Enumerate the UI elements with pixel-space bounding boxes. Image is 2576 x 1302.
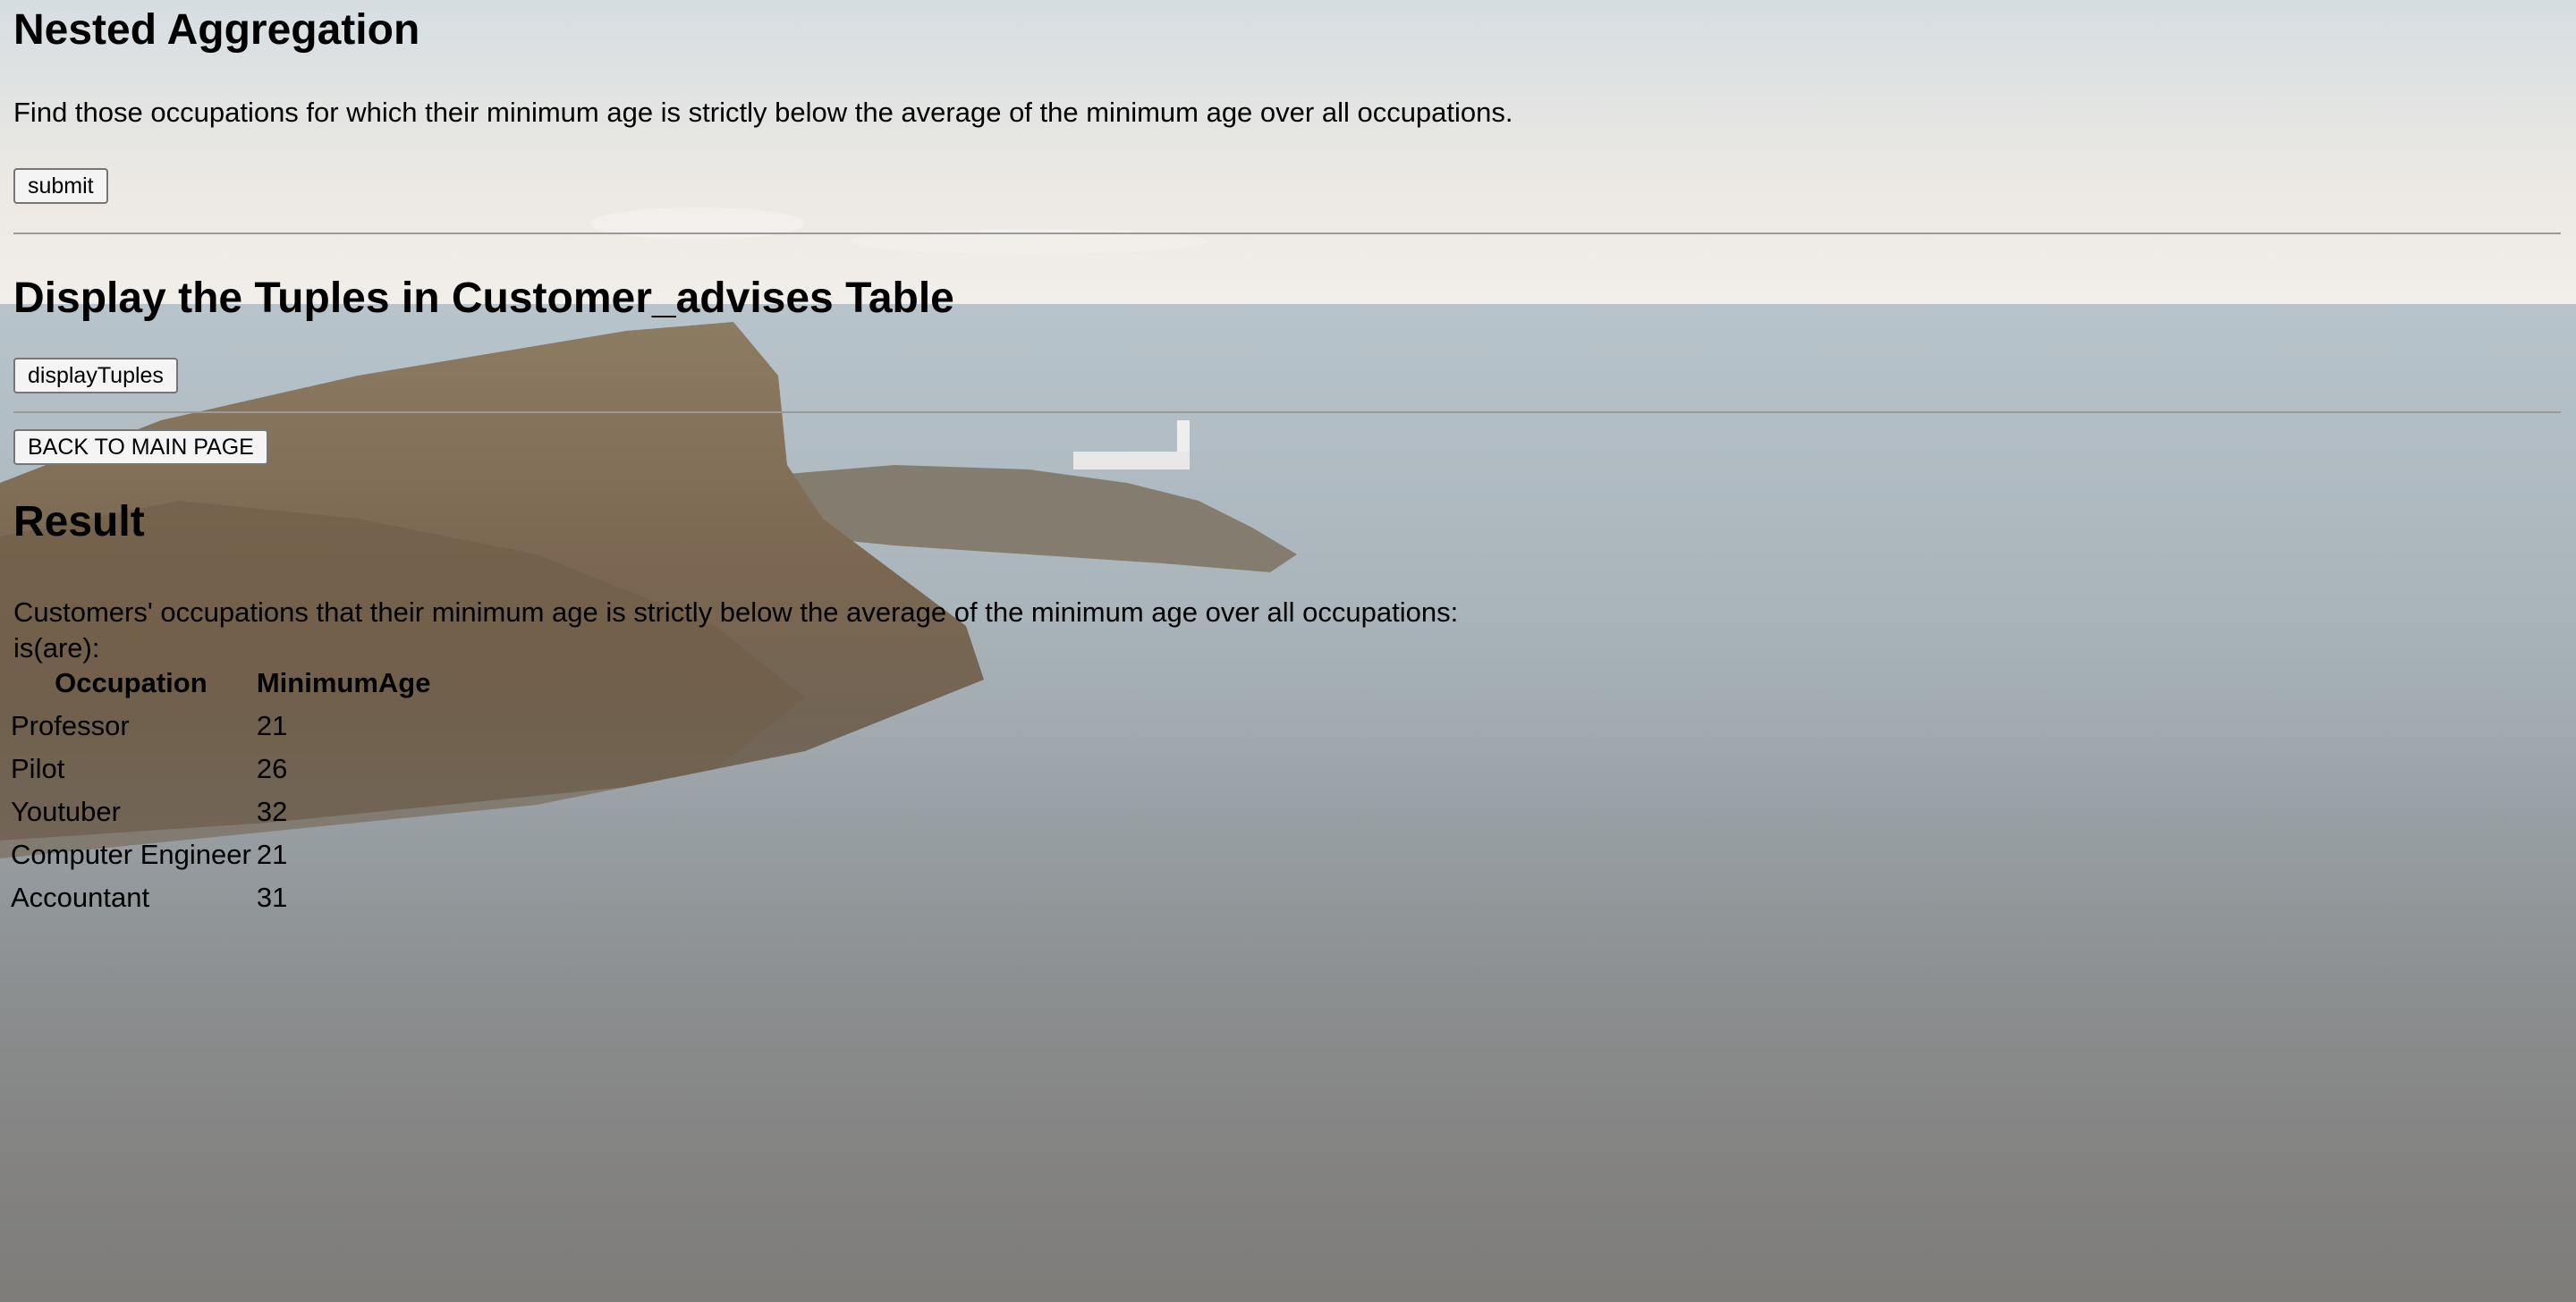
occupation-cell: Computer Engineer [11, 839, 251, 870]
result-title: Result [13, 498, 145, 545]
display-tuples-title: Display the Tuples in Customer_advises T… [13, 275, 954, 322]
result-table: Occupation MinimumAge Professor 21 Pilot… [5, 660, 436, 921]
minimum-age-cell: 32 [256, 796, 288, 827]
table-row: Professor 21 [11, 706, 430, 746]
table-row: Computer Engineer 21 [11, 835, 430, 875]
table-row: Youtuber 32 [11, 792, 430, 832]
minimum-age-cell: 26 [256, 753, 288, 784]
minimum-age-cell: 21 [256, 839, 288, 870]
submit-button[interactable]: submit [13, 168, 108, 204]
table-row: Accountant 31 [11, 878, 430, 917]
minimum-age-cell: 21 [256, 710, 288, 741]
section-divider [13, 232, 2561, 234]
column-header-occupation: Occupation [55, 667, 208, 698]
section-divider [13, 411, 2561, 413]
table-row: Pilot 26 [11, 749, 430, 789]
occupation-cell: Professor [11, 710, 130, 741]
main-content: Nested Aggregation Find those occupation… [11, 0, 2561, 921]
nested-aggregation-description: Find those occupations for which their m… [13, 97, 1513, 128]
back-to-main-page-button[interactable]: BACK TO MAIN PAGE [13, 429, 268, 465]
column-header-minimum-age: MinimumAge [256, 667, 431, 698]
occupation-cell: Pilot [11, 753, 65, 784]
display-tuples-button[interactable]: displayTuples [13, 358, 178, 393]
nested-aggregation-title: Nested Aggregation [13, 6, 420, 54]
result-caption: Customers' occupations that their minimu… [13, 596, 1459, 628]
minimum-age-cell: 31 [256, 882, 288, 913]
occupation-cell: Youtuber [11, 796, 121, 827]
table-header-row: Occupation MinimumAge [11, 664, 430, 703]
occupation-cell: Accountant [11, 882, 150, 913]
